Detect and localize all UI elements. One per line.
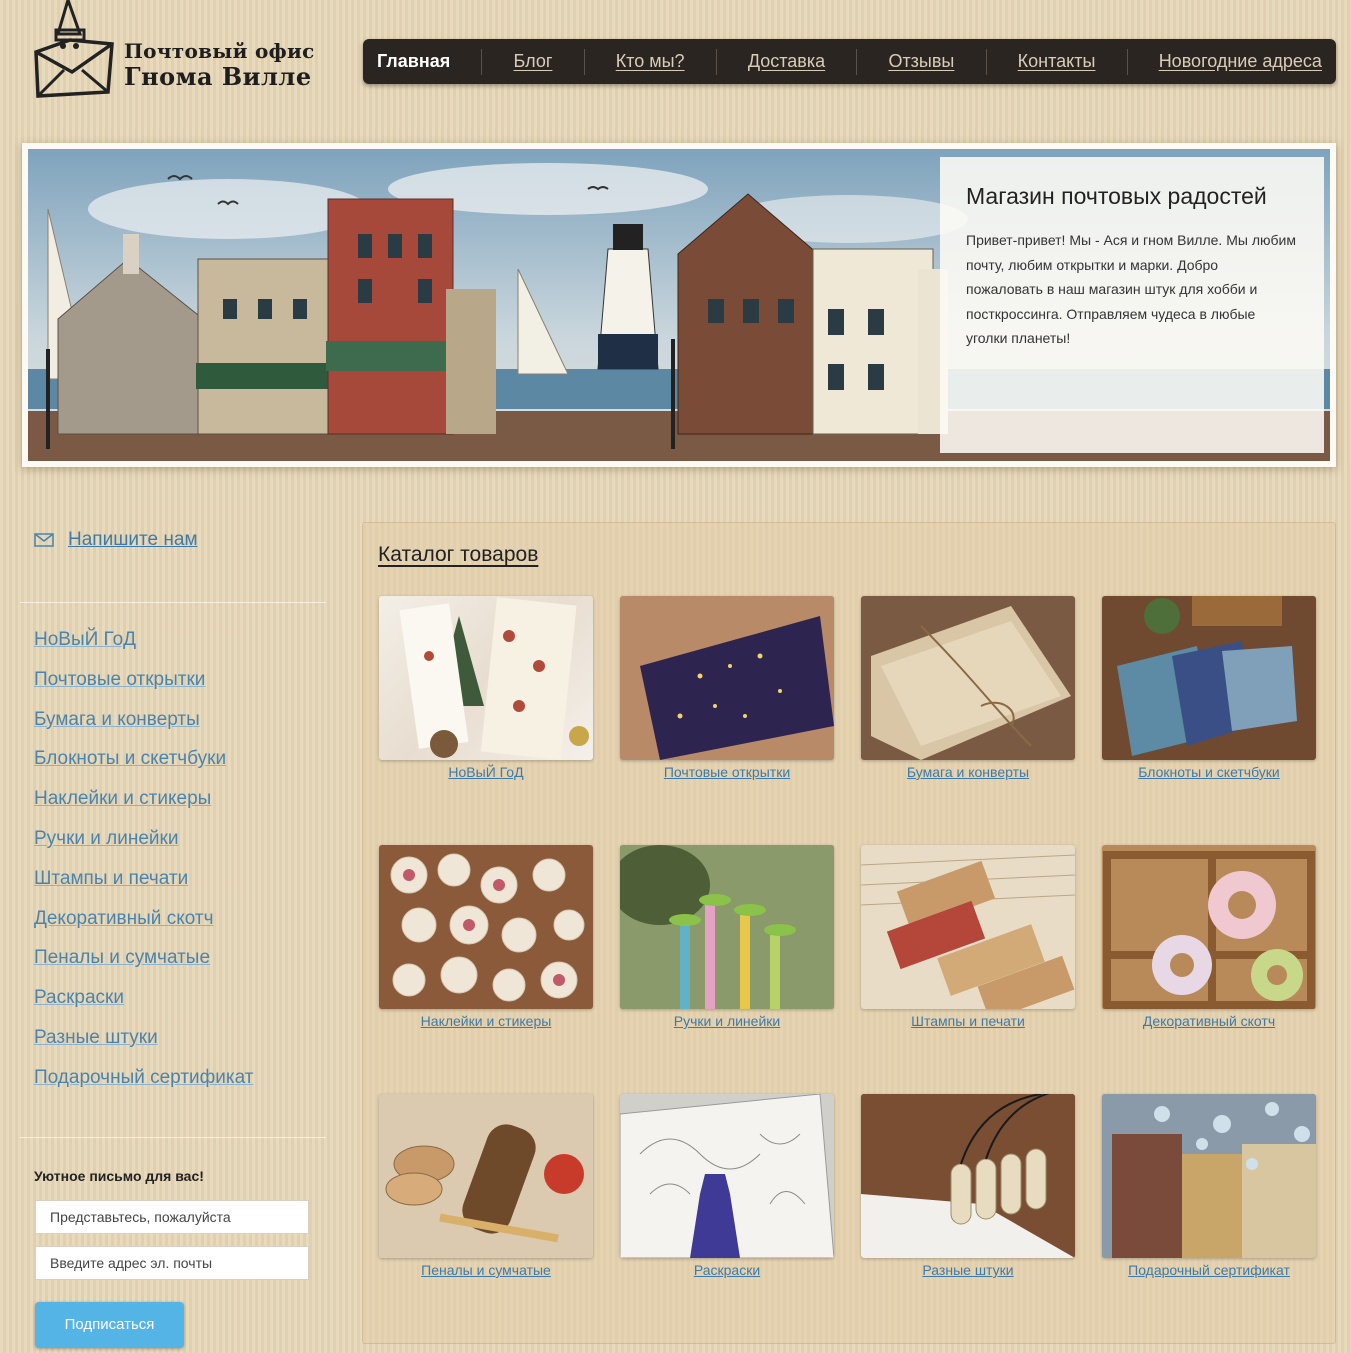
nav-separator xyxy=(985,48,987,75)
logo-line2: Гнома Вилле xyxy=(124,62,312,91)
catalog-card-stickers[interactable]: Наклейки и стикеры xyxy=(379,845,593,1045)
banner-title: Магазин почтовых радостей xyxy=(966,183,1267,209)
gnome-envelope-icon xyxy=(34,0,114,98)
category-link[interactable]: НоВыЙ ГоД xyxy=(34,629,136,650)
category-item: Блокноты и скетчбуки xyxy=(34,748,330,788)
stamps-image[interactable] xyxy=(861,845,1075,1009)
catalog-caption[interactable]: Раскраски xyxy=(620,1262,834,1278)
nav-home[interactable]: Главная xyxy=(377,51,450,72)
catalog-caption[interactable]: Ручки и линейки xyxy=(620,1013,834,1029)
catalog-caption[interactable]: Подарочный сертификат xyxy=(1102,1262,1316,1278)
name-input[interactable] xyxy=(35,1199,309,1234)
category-link[interactable]: Почтовые открытки xyxy=(34,669,205,690)
catalog-caption[interactable]: Почтовые открытки xyxy=(620,764,834,780)
main-nav: Главная Блог Кто мы? Доставка Отзывы Кон… xyxy=(363,39,1336,84)
catalog-card-new-year[interactable]: НоВыЙ ГоД xyxy=(379,596,593,796)
category-link[interactable]: Раскраски xyxy=(34,987,124,1008)
catalog-card-stamps[interactable]: Штампы и печати xyxy=(861,845,1075,1045)
nav-reviews[interactable]: Отзывы xyxy=(888,51,954,72)
nav-separator xyxy=(1126,48,1128,75)
catalog-card-tape[interactable]: Декоративный скотч xyxy=(1102,845,1316,1045)
nav-newyear-addresses[interactable]: Новогодние адреса xyxy=(1159,51,1322,72)
category-item: Наклейки и стикеры xyxy=(34,788,330,828)
catalog-card-notebooks[interactable]: Блокноты и скетчбуки xyxy=(1102,596,1316,796)
catalog-caption[interactable]: Разные штуки xyxy=(861,1262,1075,1278)
misc-items-image[interactable] xyxy=(861,1094,1075,1258)
category-link[interactable]: Декоративный скотч xyxy=(34,908,213,929)
category-item: Раскраски xyxy=(34,987,330,1027)
category-link[interactable]: Ручки и линейки xyxy=(34,828,178,849)
category-link[interactable]: Штампы и печати xyxy=(34,868,188,889)
banner-text: Привет-привет! Мы - Ася и гном Вилле. Мы… xyxy=(966,232,1296,346)
sidebar-divider xyxy=(20,1136,326,1138)
stickers-image[interactable] xyxy=(379,845,593,1009)
write-us-link[interactable]: Напишите нам xyxy=(68,529,198,551)
category-item: Бумага и конверты xyxy=(34,709,330,749)
catalog-card-gift[interactable]: Подарочный сертификат xyxy=(1102,1094,1316,1294)
catalog-caption[interactable]: Бумага и конверты xyxy=(861,764,1075,780)
category-list: НоВыЙ ГоД Почтовые открытки Бумага и кон… xyxy=(20,629,330,1107)
category-item: Подарочный сертификат xyxy=(34,1067,330,1107)
write-us[interactable]: Напишите нам xyxy=(20,520,330,560)
pencil-cases-image[interactable] xyxy=(379,1094,593,1258)
catalog-caption[interactable]: Штампы и печати xyxy=(861,1013,1075,1029)
nav-contacts[interactable]: Контакты xyxy=(1018,51,1096,72)
catalog-caption[interactable]: Блокноты и скетчбуки xyxy=(1102,764,1316,780)
nav-separator xyxy=(856,48,858,75)
catalog-card-pens[interactable]: Ручки и линейки xyxy=(620,845,834,1045)
category-item: Штампы и печати xyxy=(34,868,330,908)
catalog-caption[interactable]: Пеналы и сумчатые xyxy=(379,1262,593,1278)
logo[interactable]: Почтовый офис Гнома Вилле xyxy=(30,0,340,104)
catalog: Каталог товаров НоВыЙ ГоД Почтовые откры… xyxy=(362,522,1336,1344)
category-link[interactable]: Блокноты и скетчбуки xyxy=(34,748,226,769)
category-link[interactable]: Бумага и конверты xyxy=(34,709,200,730)
subscribe-title: Уютное письмо для вас! xyxy=(34,1167,204,1184)
banner-info-card: Магазин почтовых радостей Привет-привет!… xyxy=(940,157,1324,453)
pens-image[interactable] xyxy=(620,845,834,1009)
nav-about[interactable]: Кто мы? xyxy=(616,51,685,72)
logo-line1: Почтовый офис xyxy=(124,39,315,63)
envelope-icon xyxy=(34,533,54,547)
nav-delivery[interactable]: Доставка xyxy=(748,51,825,72)
catalog-card-cases[interactable]: Пеналы и сумчатые xyxy=(379,1094,593,1294)
category-link[interactable]: Пеналы и сумчатые xyxy=(34,947,210,968)
postcards-image[interactable] xyxy=(620,596,834,760)
category-link[interactable]: Подарочный сертификат xyxy=(34,1067,253,1088)
catalog-caption[interactable]: Наклейки и стикеры xyxy=(379,1013,593,1029)
catalog-caption[interactable]: Декоративный скотч xyxy=(1102,1013,1316,1029)
nav-blog[interactable]: Блог xyxy=(514,51,553,72)
sidebar-divider xyxy=(20,602,326,603)
nav-separator xyxy=(583,48,585,75)
harbor-town-illustration: Магазин почтовых радостей Привет-привет!… xyxy=(28,149,1330,461)
new-year-image[interactable] xyxy=(379,596,593,760)
washi-tape-image[interactable] xyxy=(1102,845,1316,1009)
category-item: НоВыЙ ГоД xyxy=(34,629,330,669)
catalog-card-misc[interactable]: Разные штуки xyxy=(861,1094,1075,1294)
subscribe-button[interactable]: Подписаться xyxy=(35,1301,184,1348)
category-link[interactable]: Наклейки и стикеры xyxy=(34,788,211,809)
category-link[interactable]: Разные штуки xyxy=(34,1027,158,1048)
category-item: Почтовые открытки xyxy=(34,669,330,709)
notebooks-image[interactable] xyxy=(1102,596,1316,760)
gift-certificate-image[interactable] xyxy=(1102,1094,1316,1258)
email-input[interactable] xyxy=(35,1245,309,1280)
category-item: Ручки и линейки xyxy=(34,828,330,868)
catalog-caption[interactable]: НоВыЙ ГоД xyxy=(379,764,593,780)
catalog-card-postcards[interactable]: Почтовые открытки xyxy=(620,596,834,796)
sidebar: Напишите нам НоВыЙ ГоД Почтовые открытки… xyxy=(20,520,330,1348)
coloring-books-image[interactable] xyxy=(620,1094,834,1258)
logo-text: Почтовый офис Гнома Вилле xyxy=(124,38,315,90)
hero-banner: Магазин почтовых радостей Привет-привет!… xyxy=(22,143,1336,467)
nav-separator xyxy=(715,48,717,75)
category-item: Пеналы и сумчатые xyxy=(34,947,330,987)
category-item: Разные штуки xyxy=(34,1027,330,1067)
catalog-title[interactable]: Каталог товаров xyxy=(378,543,538,567)
nav-separator xyxy=(481,48,483,75)
paper-envelopes-image[interactable] xyxy=(861,596,1075,760)
catalog-card-coloring[interactable]: Раскраски xyxy=(620,1094,834,1294)
category-item: Декоративный скотч xyxy=(34,908,330,948)
catalog-card-paper[interactable]: Бумага и конверты xyxy=(861,596,1075,796)
